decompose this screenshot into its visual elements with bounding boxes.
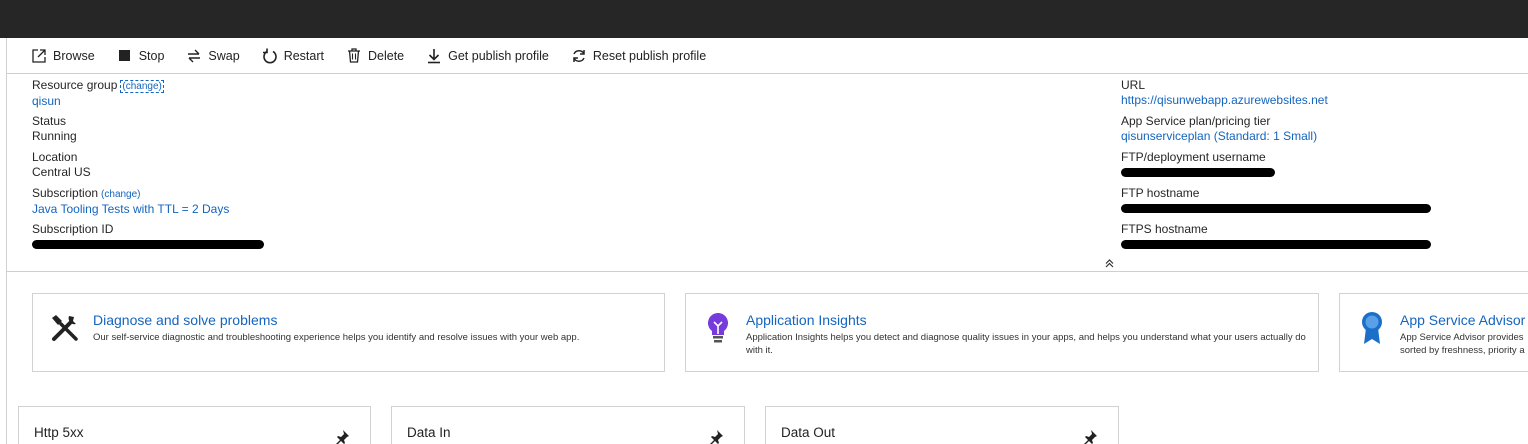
location-value: Central US	[32, 165, 91, 179]
application-insights-card-title[interactable]: Application Insights	[746, 312, 867, 328]
http-5xx-tile-title: Http 5xx	[34, 425, 84, 440]
data-out-tile-title: Data Out	[781, 425, 836, 440]
data-in-tile[interactable]: Data In	[391, 406, 745, 444]
status-value: Running	[32, 129, 77, 143]
subscription-change-link[interactable]: (change)	[101, 189, 140, 200]
delete-button[interactable]: Delete	[346, 48, 404, 64]
url-field: URL https://qisunwebapp.azurewebsites.ne…	[1121, 78, 1521, 114]
swap-icon	[186, 48, 202, 64]
ftp-username-redaction	[1121, 168, 1275, 178]
restart-icon	[262, 48, 278, 64]
diagnose-card[interactable]: Diagnose and solve problems Our self-ser…	[32, 293, 665, 372]
ftps-hostname-field: FTPS hostname	[1121, 222, 1521, 258]
subscription-id-field: Subscription ID	[32, 222, 632, 258]
pin-icon[interactable]	[334, 429, 350, 444]
data-in-tile-title: Data In	[407, 425, 451, 440]
ftp-username-field: FTP/deployment username	[1121, 150, 1521, 186]
ftp-hostname-field: FTP hostname	[1121, 186, 1521, 222]
ftps-hostname-label: FTPS hostname	[1121, 222, 1208, 236]
reset-publish-profile-button[interactable]: Reset publish profile	[571, 48, 706, 64]
ftp-hostname-redaction	[1121, 204, 1431, 214]
application-insights-card[interactable]: Application Insights Application Insight…	[685, 293, 1319, 372]
ftp-hostname-label: FTP hostname	[1121, 186, 1200, 200]
get-publish-profile-label: Get publish profile	[448, 48, 549, 63]
app-service-advisor-card-description: App Service Advisor provides sorted by f…	[1400, 332, 1525, 356]
stop-icon	[117, 48, 133, 64]
reset-icon	[571, 48, 587, 64]
restart-button[interactable]: Restart	[262, 48, 324, 64]
reset-publish-profile-label: Reset publish profile	[592, 48, 707, 63]
essentials-right-column: URL https://qisunwebapp.azurewebsites.ne…	[1121, 78, 1521, 258]
resource-group-change-link[interactable]: (change)	[120, 80, 164, 93]
restart-label: Restart	[283, 48, 324, 63]
external-link-icon	[31, 48, 47, 64]
app-service-advisor-card-title[interactable]: App Service Advisor	[1400, 312, 1525, 328]
diagnose-card-description: Our self-service diagnostic and troubles…	[93, 332, 580, 343]
url-value[interactable]: https://qisunwebapp.azurewebsites.net	[1121, 93, 1521, 108]
http-5xx-tile[interactable]: Http 5xx	[18, 406, 371, 444]
pin-icon[interactable]	[1082, 429, 1098, 444]
application-insights-card-description: Application Insights helps you detect an…	[746, 332, 1306, 356]
portal-top-bar	[0, 0, 1528, 38]
double-chevron-up-icon	[1105, 259, 1114, 268]
get-publish-profile-button[interactable]: Get publish profile	[426, 48, 549, 64]
tools-icon	[47, 310, 83, 346]
subscription-id-label: Subscription ID	[32, 222, 114, 236]
app-service-advisor-card[interactable]: App Service Advisor App Service Advisor …	[1339, 293, 1528, 372]
location-label: Location	[32, 150, 78, 164]
resource-group-value[interactable]: qisun	[32, 94, 632, 109]
trash-icon	[346, 48, 362, 64]
stop-label: Stop	[138, 48, 165, 63]
location-field: Location Central US	[32, 150, 632, 186]
command-bar: Browse Stop Swap Restart Delete Get publ…	[7, 38, 1528, 74]
subscription-field: Subscription (change) Java Tooling Tests …	[32, 186, 632, 222]
browse-label: Browse	[53, 48, 95, 63]
subscription-id-redaction	[32, 240, 264, 250]
plan-field: App Service plan/pricing tier qisunservi…	[1121, 114, 1521, 150]
ribbon-icon	[1354, 310, 1390, 346]
subscription-value[interactable]: Java Tooling Tests with TTL = 2 Days	[32, 202, 632, 217]
url-label: URL	[1121, 78, 1146, 92]
status-label: Status	[32, 114, 67, 128]
status-field: Status Running	[32, 114, 632, 150]
data-out-tile[interactable]: Data Out	[765, 406, 1119, 444]
collapse-essentials-button[interactable]	[1105, 259, 1114, 270]
ftp-username-label: FTP/deployment username	[1121, 150, 1266, 164]
essentials-left-column: Resource group (change) qisun Status Runn…	[32, 78, 632, 258]
plan-value[interactable]: qisunserviceplan (Standard: 1 Small)	[1121, 129, 1521, 144]
stop-button[interactable]: Stop	[117, 48, 165, 64]
swap-button[interactable]: Swap	[186, 48, 240, 64]
essentials-panel: Resource group (change) qisun Status Runn…	[7, 74, 1528, 272]
delete-label: Delete	[367, 48, 405, 63]
pin-icon[interactable]	[708, 429, 724, 444]
plan-label: App Service plan/pricing tier	[1121, 114, 1271, 128]
resource-group-field: Resource group (change) qisun	[32, 78, 632, 114]
lightbulb-icon	[700, 310, 736, 346]
resource-group-label: Resource group	[32, 78, 118, 92]
ftps-hostname-redaction	[1121, 240, 1431, 250]
swap-label: Swap	[208, 48, 240, 63]
subscription-label: Subscription	[32, 186, 99, 200]
browse-button[interactable]: Browse	[31, 48, 95, 64]
diagnose-card-title[interactable]: Diagnose and solve problems	[93, 312, 277, 328]
download-icon	[426, 48, 442, 64]
